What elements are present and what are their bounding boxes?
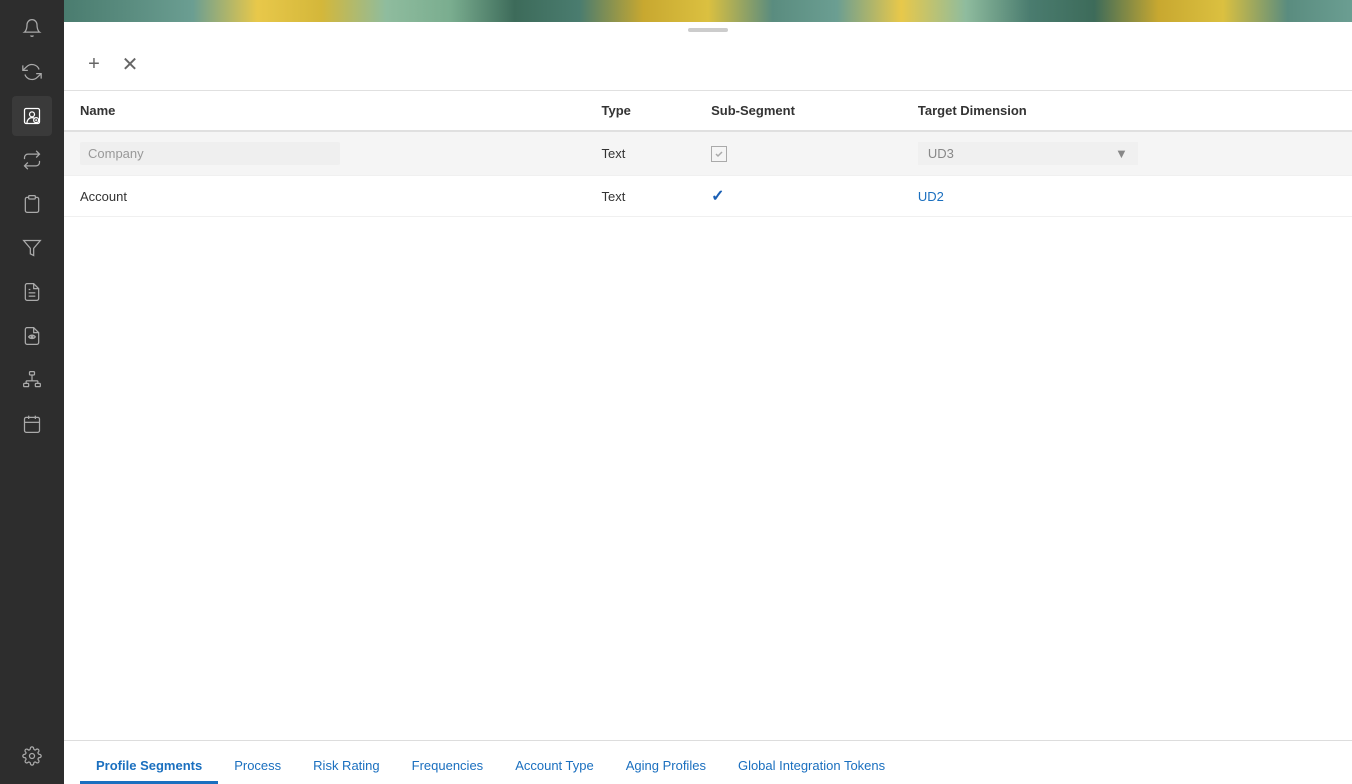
top-banner	[64, 0, 1352, 22]
remove-button[interactable]: ✕	[116, 50, 144, 78]
filter-icon[interactable]	[12, 228, 52, 268]
calendar-icon[interactable]	[12, 404, 52, 444]
subsegment-checkbox-disabled[interactable]	[711, 146, 727, 162]
clipboard-icon[interactable]	[12, 184, 52, 224]
table-header-row: Name Type Sub-Segment Target Dimension	[64, 91, 1352, 131]
targetdim-cell[interactable]: UD2	[902, 176, 1352, 217]
sidebar	[0, 0, 64, 784]
toolbar: + ✕	[64, 38, 1352, 91]
transfer-icon[interactable]	[12, 140, 52, 180]
subsegment-cell[interactable]	[695, 131, 902, 176]
chevron-down-icon: ▼	[1115, 146, 1128, 161]
tab-global-integration[interactable]: Global Integration Tokens	[722, 750, 901, 784]
tab-frequencies[interactable]: Frequencies	[396, 750, 500, 784]
tab-process[interactable]: Process	[218, 750, 297, 784]
col-header-subsegment: Sub-Segment	[695, 91, 902, 131]
content-area: + ✕ Name Type Sub-Segment Target Dimensi…	[64, 38, 1352, 784]
scroll-handle	[64, 22, 1352, 38]
name-cell[interactable]	[64, 131, 585, 176]
col-header-targetdim: Target Dimension	[902, 91, 1352, 131]
name-cell: Account	[64, 176, 585, 217]
type-value: Text	[601, 189, 625, 204]
target-dim-value: UD3	[928, 146, 954, 161]
target-dim-dropdown[interactable]: UD3 ▼	[918, 142, 1138, 165]
bell-icon[interactable]	[12, 8, 52, 48]
type-value: Text	[601, 146, 625, 161]
profile-icon[interactable]	[12, 96, 52, 136]
add-button[interactable]: +	[80, 50, 108, 78]
data-table: Name Type Sub-Segment Target Dimension T…	[64, 91, 1352, 217]
main-content: + ✕ Name Type Sub-Segment Target Dimensi…	[64, 0, 1352, 784]
scroll-handle-bar	[688, 28, 728, 32]
table-row: Text UD3 ▼	[64, 131, 1352, 176]
subsegment-checkmark: ✓	[711, 188, 724, 205]
tab-aging-profiles[interactable]: Aging Profiles	[610, 750, 722, 784]
tab-profile-segments[interactable]: Profile Segments	[80, 750, 218, 784]
subsegment-cell: ✓	[695, 176, 902, 217]
name-input[interactable]	[80, 142, 340, 165]
table-area: Name Type Sub-Segment Target Dimension T…	[64, 91, 1352, 740]
tab-account-type[interactable]: Account Type	[499, 750, 610, 784]
col-header-name: Name	[64, 91, 585, 131]
col-header-type: Type	[585, 91, 695, 131]
type-cell: Text	[585, 176, 695, 217]
table-row: Account Text ✓ UD2	[64, 176, 1352, 217]
document-list-icon[interactable]	[12, 272, 52, 312]
bottom-tabs: Profile Segments Process Risk Rating Fre…	[64, 740, 1352, 784]
type-cell: Text	[585, 131, 695, 176]
name-value: Account	[80, 189, 127, 204]
sync-icon[interactable]	[12, 52, 52, 92]
hierarchy-icon[interactable]	[12, 360, 52, 400]
targetdim-cell[interactable]: UD3 ▼	[902, 131, 1352, 176]
gear-icon[interactable]	[12, 736, 52, 776]
tab-risk-rating[interactable]: Risk Rating	[297, 750, 395, 784]
target-dim-link[interactable]: UD2	[918, 189, 944, 204]
eye-report-icon[interactable]	[12, 316, 52, 356]
